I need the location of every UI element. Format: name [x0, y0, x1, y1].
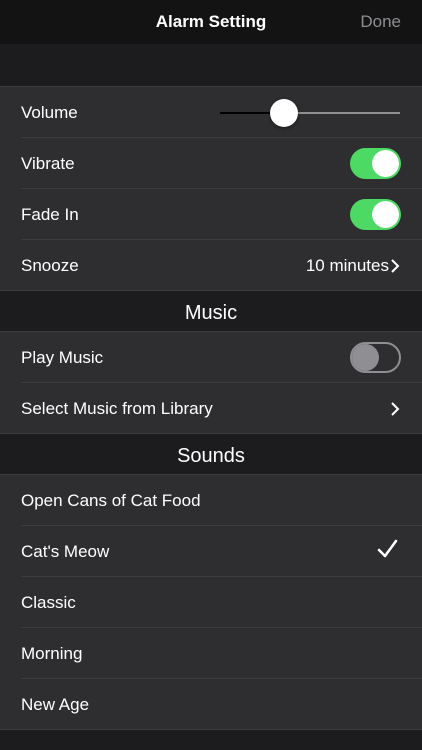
select-music-label: Select Music from Library [21, 399, 213, 418]
volume-track-remaining [284, 112, 400, 114]
select-music-row[interactable]: Select Music from Library [0, 383, 422, 434]
fade-in-row: Fade In [0, 189, 422, 240]
navigation-bar: Alarm Setting Done [0, 0, 422, 44]
done-button[interactable]: Done [360, 12, 401, 32]
sound-item-new-age[interactable]: New Age [0, 679, 422, 730]
sound-item-label: Cat's Meow [21, 542, 110, 561]
play-music-row: Play Music [0, 332, 422, 383]
toggle-knob [352, 344, 379, 371]
sound-item-label: Classic [21, 593, 76, 612]
sound-item-morning[interactable]: Morning [0, 628, 422, 679]
toggle-knob [372, 201, 399, 228]
sound-item-label: Open Cans of Cat Food [21, 491, 201, 510]
snooze-value: 10 minutes [305, 256, 389, 275]
chevron-right-icon [391, 402, 400, 416]
play-music-label: Play Music [21, 348, 104, 367]
section-divider [0, 729, 422, 730]
sound-item-cats-meow[interactable]: Cat's Meow [0, 526, 422, 577]
vibrate-label: Vibrate [21, 154, 75, 173]
snooze-label: Snooze [21, 256, 79, 275]
sound-item-label: Morning [21, 644, 83, 663]
sound-item-classic[interactable]: Classic [0, 577, 422, 628]
volume-row: Volume [0, 87, 422, 138]
fade-in-toggle[interactable] [350, 199, 401, 230]
checkmark-icon [377, 539, 398, 558]
page-title: Alarm Setting [155, 12, 267, 31]
snooze-row[interactable]: Snooze 10 minutes [0, 240, 422, 291]
music-section-header: Music [0, 291, 422, 332]
volume-slider[interactable] [220, 99, 400, 127]
sound-item-open-cans[interactable]: Open Cans of Cat Food [0, 475, 422, 526]
vibrate-toggle[interactable] [350, 148, 401, 179]
sound-item-label: New Age [21, 695, 90, 714]
sounds-header-title: Sounds [177, 445, 245, 467]
fade-in-label: Fade In [21, 205, 79, 224]
music-header-title: Music [184, 302, 238, 324]
vibrate-row: Vibrate [0, 138, 422, 189]
volume-slider-thumb[interactable] [270, 99, 299, 127]
volume-label: Volume [21, 103, 78, 122]
sounds-section-header: Sounds [0, 434, 422, 475]
chevron-right-icon [391, 259, 400, 273]
play-music-toggle[interactable] [350, 342, 401, 373]
toggle-knob [372, 150, 399, 177]
